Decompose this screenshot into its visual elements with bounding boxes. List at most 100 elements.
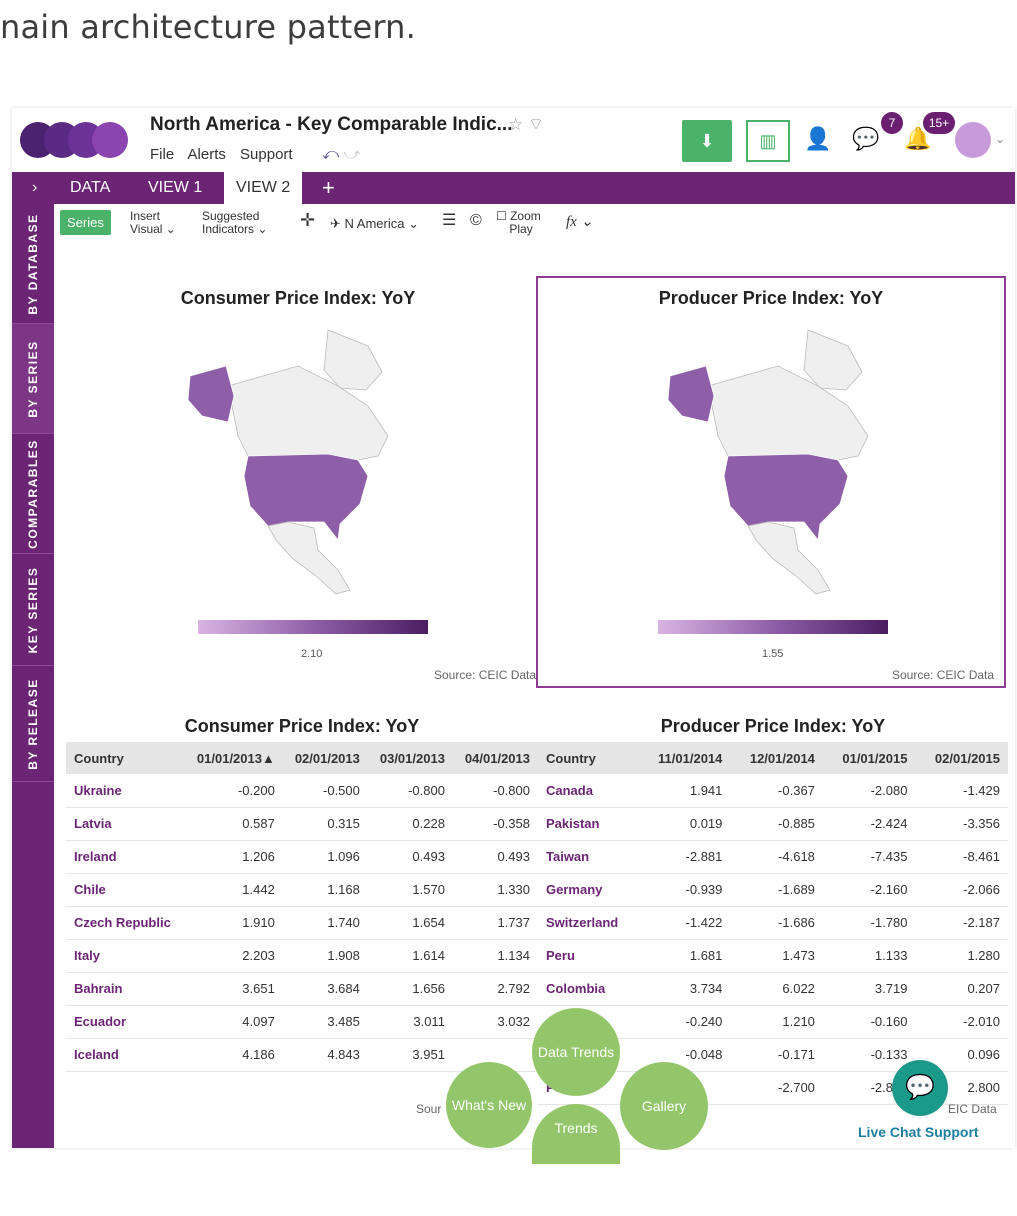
cpi-table-source: Sour <box>416 1102 442 1116</box>
book-button[interactable]: ▥ <box>746 120 790 162</box>
value-cell: 3.684 <box>282 972 368 1006</box>
country-cell[interactable]: Chile <box>66 873 185 907</box>
whats-new-bubble[interactable]: What's New <box>446 1062 532 1148</box>
country-cell[interactable]: Switzerland <box>538 906 639 940</box>
country-cell[interactable]: Colombia <box>538 972 639 1006</box>
ppi-header-2[interactable]: 12/01/2014 <box>730 742 823 774</box>
cpi-header-3[interactable]: 03/01/2013 <box>367 742 453 774</box>
cpi-header-2[interactable]: 02/01/2013 <box>282 742 368 774</box>
ppi-map-panel[interactable]: Producer Price Index: YoY 1.55 Source: C… <box>536 276 1006 688</box>
cpi-header-4[interactable]: 04/01/2013 <box>452 742 538 774</box>
data-trends-bubble[interactable]: Data Trends <box>532 1008 620 1096</box>
list-icon[interactable]: ☰ <box>442 213 456 229</box>
menu-alerts[interactable]: Alerts <box>188 146 226 163</box>
ceic-logo <box>20 122 140 158</box>
table-row: Taiwan -2.881 -4.618 -7.435 -8.461 <box>538 840 1008 874</box>
cpi-header-1[interactable]: 01/01/2013▲ <box>184 742 283 774</box>
live-chat-icon[interactable]: 💬 <box>892 1060 948 1116</box>
page-caption: nain architecture pattern. <box>0 8 416 46</box>
country-cell[interactable]: Peru <box>538 939 639 973</box>
crosshair-icon[interactable]: ✛ <box>300 211 315 229</box>
avatar[interactable] <box>955 122 991 158</box>
country-cell[interactable]: Ukraine <box>66 774 185 808</box>
sidebar-by-database[interactable]: BY DATABASE <box>12 204 54 324</box>
undo-icon[interactable]: ⤺ ⤻ <box>322 146 361 164</box>
add-tab-icon[interactable]: + <box>310 172 347 204</box>
region-dropdown[interactable]: ✈ N America ⌄ <box>330 217 419 230</box>
ppi-header-1[interactable]: 11/01/2014 <box>638 742 731 774</box>
live-chat-link[interactable]: Live Chat Support <box>858 1124 979 1140</box>
value-cell: -2.700 <box>730 1071 823 1105</box>
ppi-header-0[interactable]: Country <box>538 742 639 774</box>
ppi-header-4[interactable]: 02/01/2015 <box>915 742 1008 774</box>
series-button[interactable]: Series <box>60 210 111 235</box>
value-cell: 1.614 <box>367 939 453 973</box>
copyright-icon[interactable]: © <box>470 213 482 229</box>
messages-badge: 7 <box>881 112 903 134</box>
country-cell[interactable]: Taiwan <box>538 840 639 874</box>
star-icon[interactable]: ☆ ⌔ <box>508 114 544 135</box>
add-user-icon[interactable]: 👤 <box>804 126 831 152</box>
value-cell: 4.843 <box>282 1038 368 1072</box>
tab-view-1[interactable]: VIEW 1 <box>136 172 214 204</box>
app-window: North America - Key Comparable Indic... … <box>12 108 1015 1164</box>
country-cell[interactable]: Bahrain <box>66 972 185 1006</box>
country-cell[interactable]: Iceland <box>66 1038 185 1072</box>
sidebar-by-release[interactable]: BY RELEASE <box>12 666 54 782</box>
table-row: Pakistan 0.019 -0.885 -2.424 -3.356 <box>538 807 1008 841</box>
value-cell: 6.022 <box>730 972 823 1006</box>
north-america-map <box>187 329 389 595</box>
insert-visual-button[interactable]: Insert Visual ⌄ <box>130 210 176 236</box>
trends-bubble[interactable]: Trends <box>532 1104 620 1164</box>
country-cell[interactable]: Ireland <box>66 840 185 874</box>
redo-icon[interactable]: ⤻ <box>344 146 361 163</box>
value-cell: 0.019 <box>638 807 731 841</box>
expand-chevron-icon[interactable]: › <box>20 172 49 204</box>
value-cell: 1.210 <box>730 1005 823 1039</box>
value-cell: 1.473 <box>730 939 823 973</box>
ppi-table-source: EIC Data <box>948 1102 997 1116</box>
tab-data[interactable]: DATA <box>58 172 122 204</box>
north-america-map <box>667 329 869 595</box>
value-cell: 0.315 <box>282 807 368 841</box>
country-cell[interactable]: Latvia <box>66 807 185 841</box>
main-menu: File Alerts Support <box>150 146 303 163</box>
ppi-header-3[interactable]: 01/01/2015 <box>822 742 916 774</box>
country-cell[interactable]: Italy <box>66 939 185 973</box>
cpi-legend-value: 2.10 <box>301 648 323 660</box>
table-row: Bahrain 3.651 3.684 1.656 2.792 <box>66 972 538 1006</box>
gallery-bubble[interactable]: Gallery <box>620 1062 708 1150</box>
value-cell: -0.160 <box>822 1005 916 1039</box>
tab-view-2[interactable]: VIEW 2 <box>224 172 303 204</box>
cpi-header-0[interactable]: Country <box>66 742 185 774</box>
sidebar-by-series[interactable]: BY SERIES <box>12 324 54 434</box>
sidebar-key-series[interactable]: KEY SERIES <box>12 554 54 666</box>
suggested-indicators-button[interactable]: Suggested Indicators ⌄ <box>202 210 267 236</box>
zoom-play-checkbox[interactable]: ☐ Zoom Play <box>496 210 541 236</box>
fx-button[interactable]: fx ⌄ <box>566 215 593 230</box>
value-cell: 3.032 <box>452 1005 538 1039</box>
value-cell: 3.651 <box>184 972 283 1006</box>
country-cell[interactable]: Czech Republic <box>66 906 185 940</box>
value-cell: 1.654 <box>367 906 453 940</box>
value-cell: -2.080 <box>822 774 916 808</box>
sidebar-comparables[interactable]: COMPARABLES <box>12 434 54 554</box>
value-cell: -2.010 <box>915 1005 1008 1039</box>
value-cell: 3.951 <box>367 1038 453 1072</box>
download-button[interactable]: ⬇ <box>682 120 732 162</box>
country-cell[interactable]: Canada <box>538 774 639 808</box>
menu-support[interactable]: Support <box>240 146 293 163</box>
country-cell[interactable]: Germany <box>538 873 639 907</box>
cpi-map-source: Source: CEIC Data <box>434 668 537 682</box>
value-cell: 0.493 <box>452 840 538 874</box>
country-cell[interactable]: Ecuador <box>66 1005 185 1039</box>
country-cell[interactable]: Pakistan <box>538 807 639 841</box>
value-cell: -1.429 <box>915 774 1008 808</box>
table-row: Latvia 0.587 0.315 0.228 -0.358 <box>66 807 538 841</box>
chevron-down-icon[interactable]: ⌄ <box>995 132 1005 146</box>
menu-file[interactable]: File <box>150 146 174 163</box>
value-cell: -0.171 <box>730 1038 823 1072</box>
value-cell: 2.792 <box>452 972 538 1006</box>
messages-icon[interactable]: 💬 <box>852 126 879 152</box>
value-cell: 1.737 <box>452 906 538 940</box>
